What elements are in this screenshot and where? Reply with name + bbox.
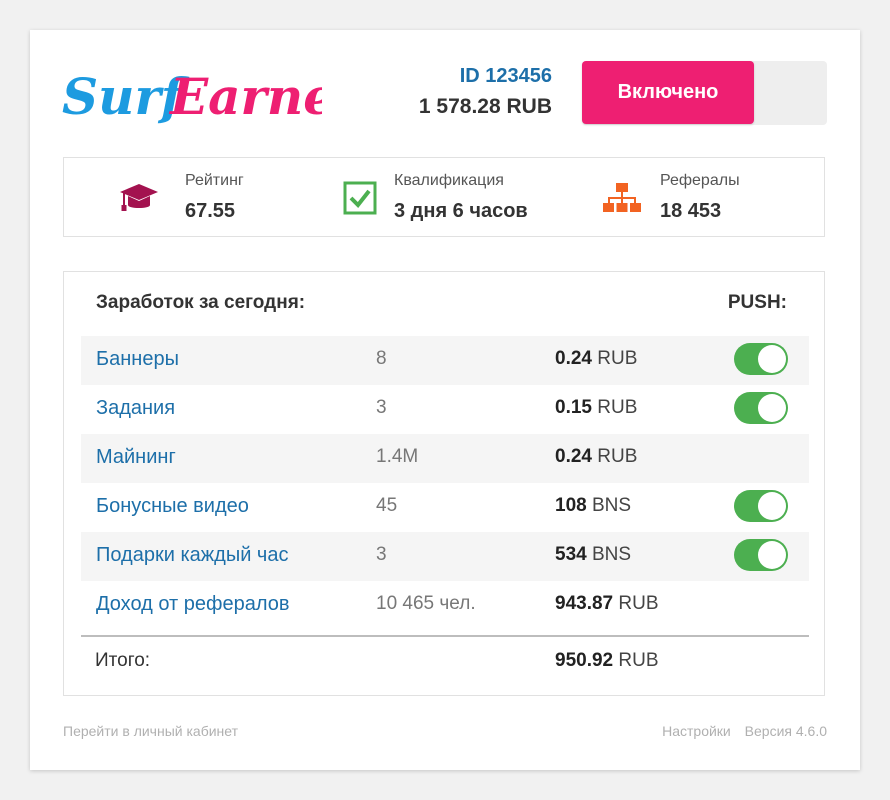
earnings-title: Заработок за сегодня: [96, 292, 306, 313]
earnings-row-name[interactable]: Подарки каждый час [96, 544, 288, 567]
earnings-row-name[interactable]: Майнинг [96, 446, 176, 469]
earnings-list: Баннеры 8 0.24 RUB Задания 3 0.15 RUB Ма… [81, 336, 809, 630]
amount-value: 108 [555, 495, 587, 516]
toggle-knob [758, 541, 786, 569]
earnings-row-name[interactable]: Задания [96, 397, 175, 420]
earnings-row-count: 8 [376, 348, 387, 369]
earnings-row-count: 1.4M [376, 446, 419, 467]
amount-value: 534 [555, 544, 587, 565]
earnings-row-amount: 0.24 RUB [555, 348, 637, 370]
earnings-row-hourly-gifts: Подарки каждый час 3 534 BNS [81, 532, 809, 581]
logo-part-earner: Earner [168, 67, 322, 126]
surfearner-logo: Surf Earner [62, 56, 322, 132]
toggle-knob [758, 394, 786, 422]
stat-referrals: Рефералы 18 453 [572, 158, 826, 236]
total-divider [81, 635, 809, 637]
amount-value: 0.15 [555, 397, 592, 418]
earnings-row-amount: 943.87 RUB [555, 593, 659, 615]
amount-value: 0.24 [555, 348, 592, 369]
graduation-cap-icon [119, 181, 158, 215]
push-toggle-hourly-gifts[interactable] [734, 539, 788, 571]
stat-rating-value: 67.55 [185, 200, 236, 222]
earnings-panel: Заработок за сегодня: PUSH: Баннеры 8 0.… [63, 271, 825, 696]
earnings-row-mining: Майнинг 1.4M 0.24 RUB [81, 434, 809, 483]
earnings-row-bonus-videos: Бонусные видео 45 108 BNS [81, 483, 809, 532]
amount-currency: BNS [591, 495, 632, 516]
push-toggle-tasks[interactable] [734, 392, 788, 424]
enable-toggle-label: Включено [582, 61, 754, 124]
stat-qualification: Квалификация 3 дня 6 часов [318, 158, 572, 236]
earnings-row-amount: 0.15 RUB [555, 397, 637, 419]
stat-rating: Рейтинг 67.55 [64, 158, 318, 236]
amount-currency: RUB [618, 593, 659, 614]
hierarchy-icon [602, 181, 641, 215]
toggle-knob [758, 492, 786, 520]
earnings-row-amount: 534 BNS [555, 544, 631, 566]
settings-link[interactable]: Настройки [662, 723, 731, 739]
earnings-row-amount: 108 BNS [555, 495, 631, 517]
stats-panel: Рейтинг 67.55 Квалификация 3 дня 6 часов [63, 157, 825, 237]
stat-referrals-value: 18 453 [660, 200, 722, 222]
cabinet-link[interactable]: Перейти в личный кабинет [63, 723, 238, 739]
enable-toggle[interactable]: Включено [582, 61, 827, 125]
push-label: PUSH: [727, 292, 787, 313]
earnings-row-tasks: Задания 3 0.15 RUB [81, 385, 809, 434]
push-toggle-bonus-videos[interactable] [734, 490, 788, 522]
footer-meta: Настройки Версия 4.6.0 [652, 723, 827, 739]
total-currency: RUB [618, 650, 659, 671]
amount-currency: BNS [591, 544, 632, 565]
earnings-row-name[interactable]: Доход от рефералов [96, 593, 289, 616]
account-balance: 1 578.28 RUB [418, 95, 552, 118]
push-toggle-banners[interactable] [734, 343, 788, 375]
total-label: Итого: [95, 650, 151, 671]
stat-rating-label: Рейтинг [185, 172, 244, 189]
total-value: 950.92 [555, 650, 614, 671]
toggle-knob [758, 345, 786, 373]
amount-currency: RUB [597, 348, 638, 369]
amount-currency: RUB [597, 446, 638, 467]
total-amount: 950.92 RUB [555, 650, 659, 672]
earnings-row-name[interactable]: Баннеры [96, 348, 179, 371]
account-id: ID 123456 [459, 65, 552, 87]
earnings-row-count: 10 465 чел. [376, 593, 476, 614]
account-info: ID 123456 1 578.28 RUB [419, 64, 552, 120]
earnings-row-count: 45 [376, 495, 398, 516]
earnings-row-referral-income: Доход от рефералов 10 465 чел. 943.87 RU… [81, 581, 809, 630]
stat-qualification-value: 3 дня 6 часов [394, 200, 528, 222]
amount-value: 943.87 [555, 593, 614, 614]
stat-qualification-label: Квалификация [394, 172, 504, 189]
extension-popup: Surf Earner ID 123456 1 578.28 RUB Включ… [30, 30, 860, 770]
amount-currency: RUB [597, 397, 638, 418]
amount-value: 0.24 [555, 446, 592, 467]
earnings-row-count: 3 [376, 397, 387, 418]
version-label: Версия 4.6.0 [744, 723, 827, 739]
earnings-row-amount: 0.24 RUB [555, 446, 637, 468]
earnings-row-count: 3 [376, 544, 387, 565]
earnings-row-banners: Баннеры 8 0.24 RUB [81, 336, 809, 385]
checkbox-icon [342, 181, 378, 215]
stat-referrals-label: Рефералы [660, 172, 740, 189]
earnings-row-name[interactable]: Бонусные видео [96, 495, 249, 518]
